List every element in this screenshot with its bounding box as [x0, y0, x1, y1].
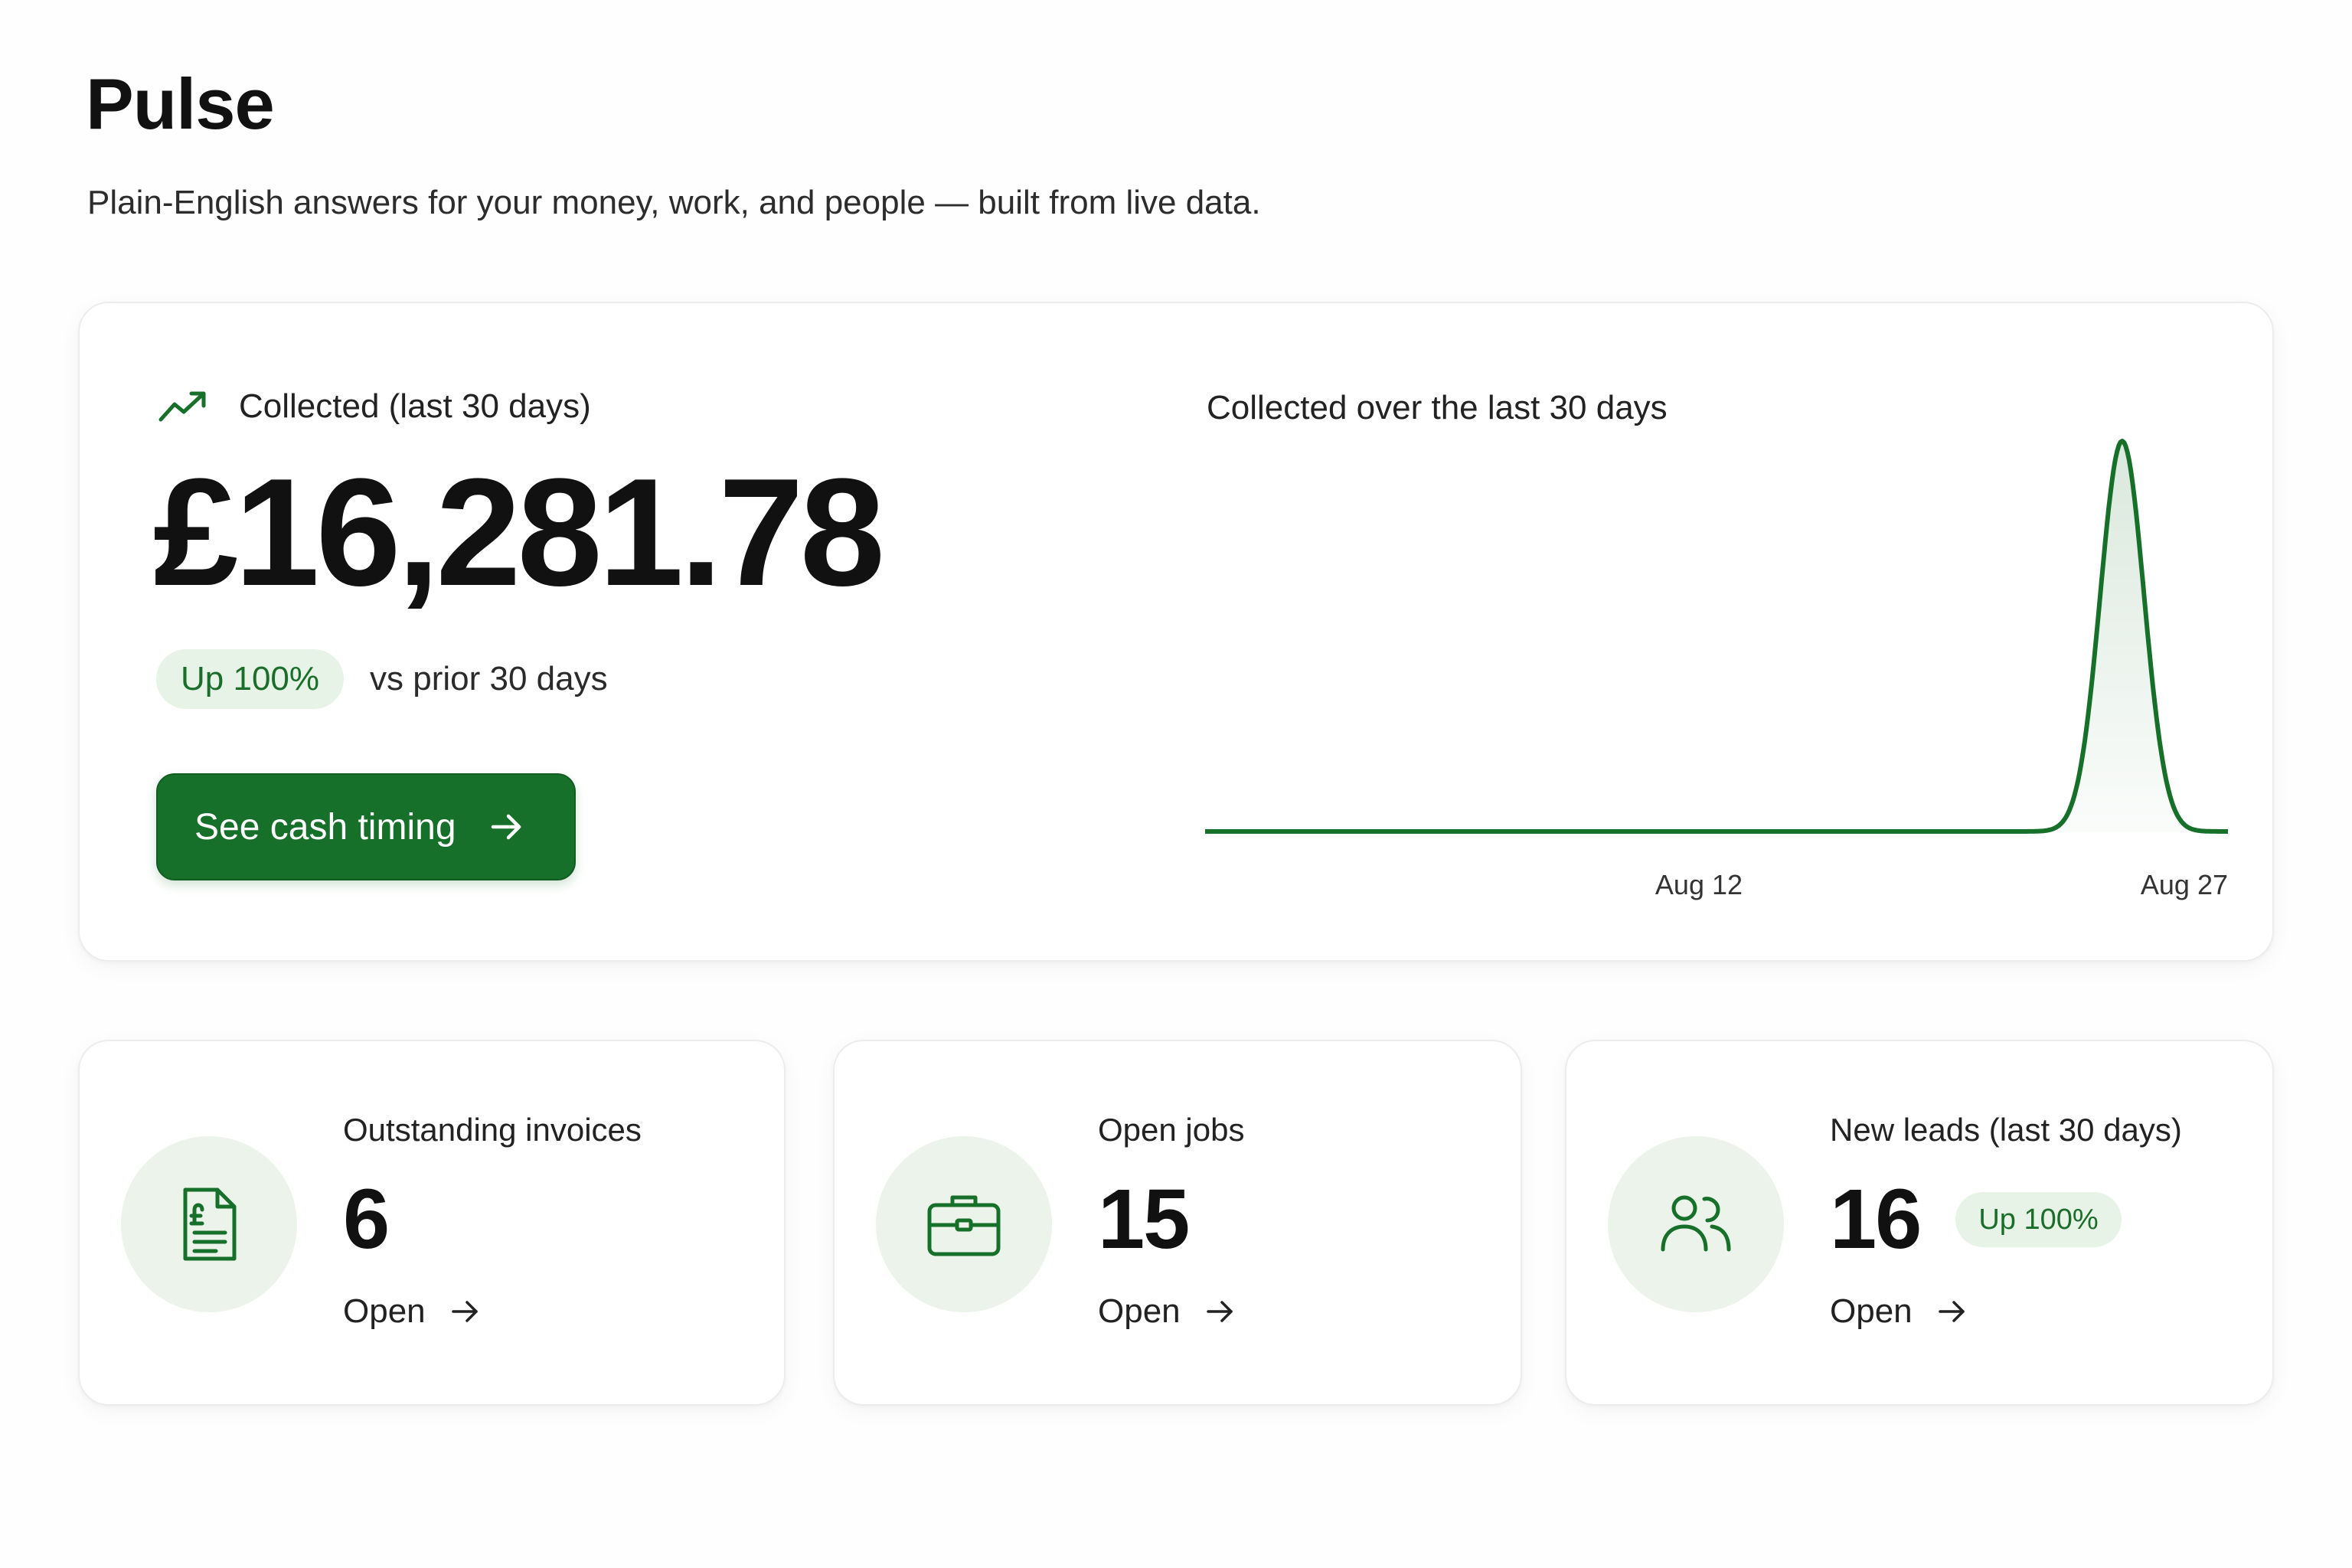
chart-title: Collected over the last 30 days — [1207, 389, 1668, 426]
x-tick-label: Aug 12 — [1655, 869, 1743, 900]
arrow-right-icon — [1938, 1301, 1965, 1322]
data-point — [1379, 829, 1383, 834]
metric-value-row: 6 — [343, 1172, 390, 1266]
arrow-right-icon — [451, 1301, 478, 1322]
x-tick-label: Aug 27 — [2141, 869, 2228, 900]
metric-value: 16 — [1830, 1172, 1922, 1266]
data-point — [1697, 829, 1701, 834]
invoice-icon-circle — [121, 1136, 297, 1312]
metric-label: Open jobs — [1098, 1112, 1245, 1148]
leads-change-badge: Up 100% — [1955, 1192, 2122, 1247]
jobs-icon-circle — [876, 1136, 1052, 1312]
open-link-label: Open — [1098, 1292, 1181, 1330]
metric-label: Outstanding invoices — [343, 1112, 642, 1148]
briefcase-icon — [927, 1195, 1001, 1256]
data-point — [1767, 829, 1772, 834]
data-point — [1521, 829, 1525, 834]
page-title: Pulse — [86, 64, 275, 144]
page-subtitle: Plain-English answers for your money, wo… — [87, 184, 1261, 221]
arrow-right-icon — [491, 814, 521, 840]
data-point — [1273, 829, 1278, 834]
open-link-label: Open — [1830, 1292, 1913, 1330]
collected-amount: £16,281.78 — [153, 447, 885, 618]
data-point — [2085, 829, 2089, 834]
data-point — [1238, 829, 1243, 834]
data-point — [1979, 829, 1984, 834]
open-jobs-link[interactable]: Open — [1098, 1292, 1237, 1331]
pulse-page: Pulse Plain-English answers for your mon… — [0, 0, 2352, 1568]
metric-value: 15 — [1098, 1172, 1190, 1266]
data-point — [2120, 439, 2125, 443]
data-point — [1556, 829, 1560, 834]
data-point — [1661, 829, 1666, 834]
collected-series-line — [1205, 439, 2229, 834]
users-icon — [1661, 1195, 1731, 1252]
metric-value: 6 — [343, 1172, 390, 1266]
data-point — [1908, 829, 1913, 834]
open-link-label: Open — [343, 1292, 426, 1330]
data-point — [1308, 829, 1313, 834]
change-comparison-text: vs prior 30 days — [370, 660, 608, 697]
change-row: Up 100% vs prior 30 days — [156, 649, 608, 709]
invoice-pound-icon — [183, 1187, 237, 1261]
data-point — [1838, 829, 1842, 834]
leads-icon-circle — [1608, 1136, 1784, 1312]
data-point — [1802, 829, 1807, 834]
data-point — [2155, 829, 2160, 834]
metric-label: New leads (last 30 days) — [1830, 1112, 2182, 1148]
collected-hero-card: Collected (last 30 days) £16,281.78 Up 1… — [78, 302, 2274, 962]
data-point — [2014, 829, 2019, 834]
open-leads-link[interactable]: Open — [1830, 1292, 1969, 1331]
data-point — [1626, 829, 1631, 834]
trending-up-icon — [158, 391, 206, 422]
new-leads-card: New leads (last 30 days) 16 Up 100% Open — [1565, 1040, 2274, 1406]
change-badge: Up 100% — [156, 649, 345, 709]
see-cash-timing-button[interactable]: See cash timing — [156, 773, 576, 880]
hero-metric-label: Collected (last 30 days) — [239, 387, 591, 425]
metric-value-row: 15 — [1098, 1172, 1190, 1266]
see-cash-timing-label: See cash timing — [194, 806, 456, 848]
collected-chart: Aug 12 Aug 27 — [1205, 439, 2230, 900]
outstanding-invoices-card: Outstanding invoices 6 Open — [78, 1040, 786, 1406]
collected-area-fill — [1205, 441, 2228, 831]
data-point — [2190, 829, 2195, 834]
data-point — [1591, 829, 1596, 834]
hero-metric-header: Collected (last 30 days) — [158, 387, 591, 426]
data-point — [1485, 829, 1490, 834]
data-point — [1414, 829, 1419, 834]
data-point — [1873, 829, 1877, 834]
metric-value-row: 16 Up 100% — [1830, 1178, 2122, 1262]
data-point — [1344, 829, 1348, 834]
open-invoices-link[interactable]: Open — [343, 1292, 482, 1331]
data-point — [1732, 829, 1736, 834]
arrow-right-icon — [1206, 1301, 1233, 1322]
data-point — [2050, 829, 2054, 834]
open-jobs-card: Open jobs 15 Open — [833, 1040, 1522, 1406]
data-point — [2226, 829, 2230, 834]
data-point — [1450, 829, 1455, 834]
data-point — [1943, 829, 1948, 834]
